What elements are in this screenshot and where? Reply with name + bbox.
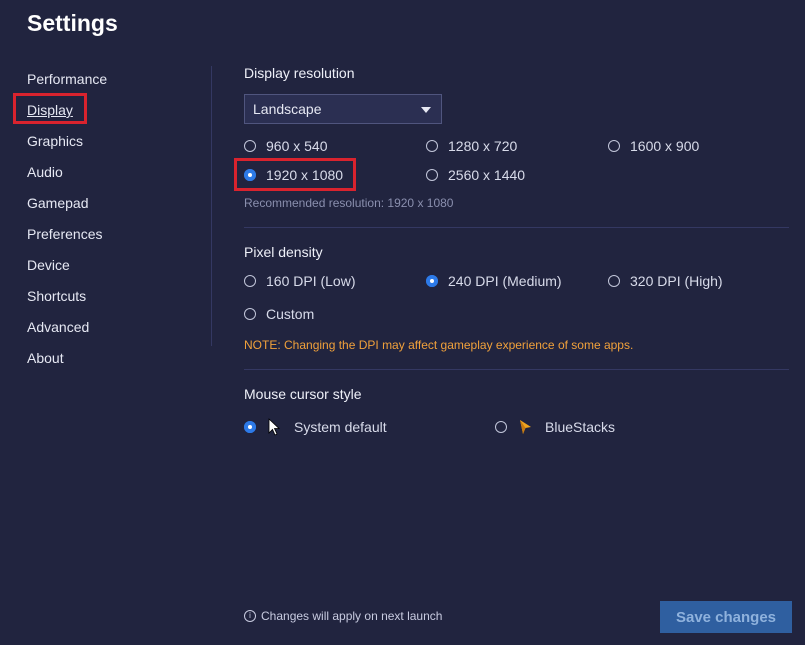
radio-button[interactable] <box>495 421 507 433</box>
info-icon: i <box>244 610 256 622</box>
radio-button-checked[interactable] <box>244 169 256 181</box>
resolution-option-1920x1080[interactable]: 1920 x 1080 <box>244 165 343 185</box>
radio-button-checked[interactable] <box>244 421 256 433</box>
dpi-warning-note: NOTE: Changing the DPI may affect gamepl… <box>244 338 634 352</box>
bluestacks-cursor-icon <box>520 420 531 434</box>
section-divider <box>244 227 789 228</box>
sidebar-item-audio[interactable]: Audio <box>27 162 187 193</box>
mouse-cursor-title: Mouse cursor style <box>244 386 362 402</box>
pixel-density-title: Pixel density <box>244 244 323 260</box>
resolution-option-1600x900[interactable]: 1600 x 900 <box>608 136 699 156</box>
cursor-option-system-default[interactable]: System default <box>244 417 387 437</box>
dpi-option-custom[interactable]: Custom <box>244 304 314 324</box>
sidebar-item-performance[interactable]: Performance <box>27 69 187 100</box>
sidebar-item-device[interactable]: Device <box>27 255 187 286</box>
vertical-divider <box>211 66 212 346</box>
display-resolution-title: Display resolution <box>244 65 355 81</box>
radio-button[interactable] <box>244 275 256 287</box>
orientation-dropdown[interactable]: Landscape <box>244 94 442 124</box>
sidebar-item-advanced[interactable]: Advanced <box>27 317 187 348</box>
dpi-option-160[interactable]: 160 DPI (Low) <box>244 271 355 291</box>
recommended-resolution-hint: Recommended resolution: 1920 x 1080 <box>244 196 454 210</box>
radio-button[interactable] <box>244 140 256 152</box>
restart-notice: i Changes will apply on next launch <box>244 609 442 623</box>
settings-sidebar: Performance Display Graphics Audio Gamep… <box>27 69 187 379</box>
radio-button-checked[interactable] <box>426 275 438 287</box>
sidebar-item-shortcuts[interactable]: Shortcuts <box>27 286 187 317</box>
resolution-option-960x540[interactable]: 960 x 540 <box>244 136 328 156</box>
page-title: Settings <box>27 10 118 36</box>
sidebar-item-graphics[interactable]: Graphics <box>27 131 187 162</box>
system-cursor-icon <box>268 418 281 436</box>
orientation-value: Landscape <box>253 101 322 117</box>
dpi-option-240[interactable]: 240 DPI (Medium) <box>426 271 562 291</box>
radio-button[interactable] <box>426 169 438 181</box>
section-divider <box>244 369 789 370</box>
sidebar-item-preferences[interactable]: Preferences <box>27 224 187 255</box>
caret-down-icon <box>421 107 431 113</box>
resolution-option-1280x720[interactable]: 1280 x 720 <box>426 136 517 156</box>
radio-button[interactable] <box>244 308 256 320</box>
radio-button[interactable] <box>426 140 438 152</box>
radio-button[interactable] <box>608 140 620 152</box>
sidebar-item-display[interactable]: Display <box>27 100 187 131</box>
dpi-option-320[interactable]: 320 DPI (High) <box>608 271 723 291</box>
sidebar-item-gamepad[interactable]: Gamepad <box>27 193 187 224</box>
radio-button[interactable] <box>608 275 620 287</box>
save-changes-button[interactable]: Save changes <box>660 601 792 633</box>
sidebar-item-about[interactable]: About <box>27 348 187 379</box>
cursor-option-bluestacks[interactable]: BlueStacks <box>495 417 615 437</box>
resolution-option-2560x1440[interactable]: 2560 x 1440 <box>426 165 525 185</box>
